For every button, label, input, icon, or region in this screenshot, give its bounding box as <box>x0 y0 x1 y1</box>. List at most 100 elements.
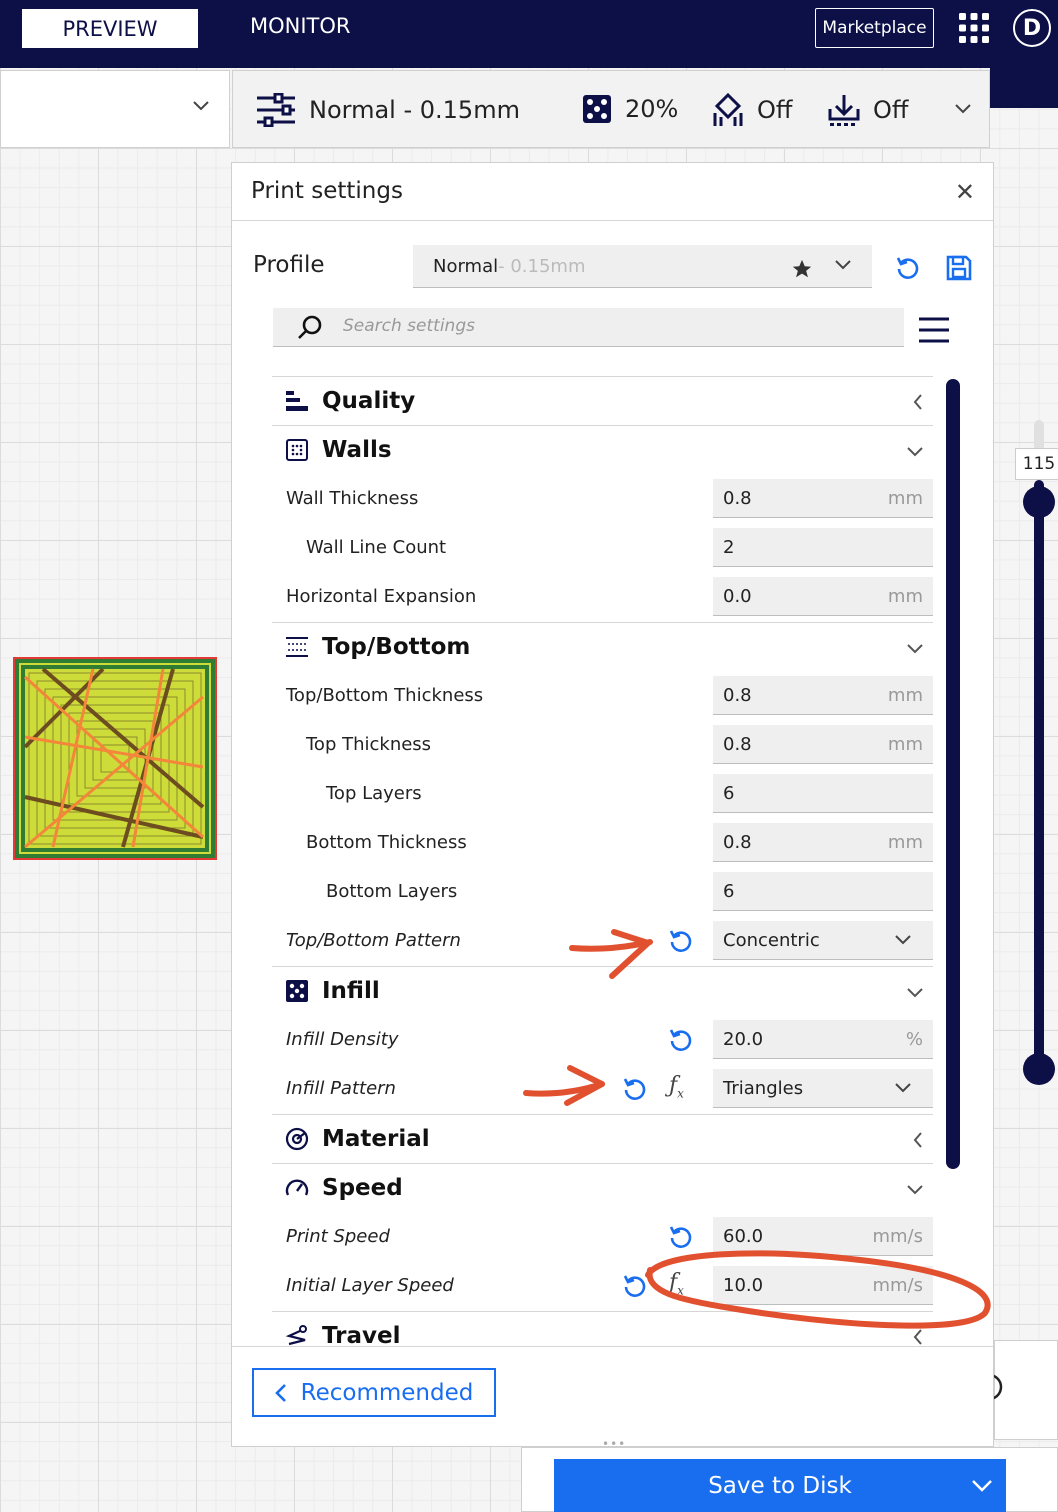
field-unit: % <box>905 1029 923 1050</box>
print-setup-bar[interactable]: Normal - 0.15mm 20% Off Off <box>232 70 990 148</box>
reset-icon[interactable] <box>668 928 694 954</box>
bottom-layers-field[interactable]: 6 <box>713 872 933 911</box>
field-value: 60.0 <box>723 1226 764 1247</box>
top-thickness-field[interactable]: 0.8 mm <box>713 725 933 764</box>
category-quality[interactable]: Quality <box>272 376 933 425</box>
close-icon[interactable]: ✕ <box>955 178 975 206</box>
layer-slider-track[interactable] <box>1034 480 1044 1080</box>
apps-grid-icon[interactable] <box>958 12 990 44</box>
field-unit: mm <box>887 685 923 706</box>
chevron-down-icon <box>895 935 911 945</box>
category-material[interactable]: Material <box>272 1114 933 1163</box>
infill-icon <box>286 980 308 1002</box>
bottom-thickness-field[interactable]: 0.8 mm <box>713 823 933 862</box>
setting-horizontal-expansion: Horizontal Expansion 0.0 mm <box>272 572 933 621</box>
settings-sliders-icon <box>257 93 295 127</box>
save-to-disk-button[interactable]: Save to Disk <box>554 1459 1006 1512</box>
profile-label: Profile <box>253 252 325 278</box>
setting-label: Horizontal Expansion <box>286 586 477 607</box>
layer-slider-bottom-handle[interactable] <box>1023 1053 1055 1085</box>
chevron-down-icon[interactable] <box>955 104 971 114</box>
support-summary[interactable]: Off <box>711 93 792 127</box>
quality-icon <box>286 391 308 411</box>
resize-grip[interactable]: ••• <box>602 1437 626 1446</box>
search-settings[interactable] <box>273 308 904 347</box>
field-value: Triangles <box>723 1078 804 1099</box>
category-label: Infill <box>322 978 380 1004</box>
chevron-down-icon <box>907 1185 923 1195</box>
category-label: Walls <box>322 437 392 463</box>
category-top-bottom[interactable]: Top/Bottom <box>272 622 933 671</box>
chevron-left-icon <box>913 1132 922 1148</box>
field-unit: mm/s <box>872 1275 923 1296</box>
field-unit: mm/s <box>872 1226 923 1247</box>
category-label: Speed <box>322 1175 403 1201</box>
infill-density-field[interactable]: 20.0% <box>713 1020 933 1059</box>
setting-print-speed: Print Speed 60.0 mm/s <box>272 1212 933 1261</box>
recommended-button[interactable]: Recommended <box>252 1368 496 1417</box>
marketplace-button[interactable]: Marketplace <box>815 8 934 48</box>
setting-top-bottom-pattern: Top/Bottom Pattern Concentric <box>272 916 933 965</box>
travel-icon <box>285 1325 307 1346</box>
setting-top-layers: Top Layers 6 <box>272 769 933 818</box>
infill-pattern-select[interactable]: Triangles <box>713 1069 933 1108</box>
adhesion-icon <box>828 95 860 126</box>
top-bottom-pattern-select[interactable]: Concentric <box>713 921 933 960</box>
horizontal-expansion-field[interactable]: 0.0 mm <box>713 577 933 616</box>
field-unit: mm <box>887 734 923 755</box>
field-value: 0.0 <box>723 586 752 607</box>
avatar[interactable]: D <box>1013 9 1051 47</box>
top-bottom-thickness-field[interactable]: 0.8 mm <box>713 676 933 715</box>
profile-summary[interactable]: Normal - 0.15mm <box>255 93 520 127</box>
chevron-left-icon <box>913 394 922 410</box>
reset-icon[interactable] <box>622 1076 648 1102</box>
initial-layer-speed-field[interactable]: 10.0 mm/s <box>713 1266 933 1305</box>
chevron-down-icon <box>972 1480 992 1492</box>
chevron-left-icon <box>913 1329 922 1345</box>
category-speed[interactable]: Speed <box>272 1163 933 1212</box>
wall-line-count-field[interactable]: 2 <box>713 528 933 567</box>
model-preview[interactable] <box>13 657 217 860</box>
reset-icon[interactable] <box>668 1027 694 1053</box>
menu-icon[interactable] <box>918 316 950 344</box>
infill-summary[interactable]: 20% <box>581 93 678 125</box>
category-walls[interactable]: Walls <box>272 425 933 474</box>
top-layers-field[interactable]: 6 <box>713 774 933 813</box>
layer-slider-value[interactable]: 115 <box>1015 448 1058 480</box>
save-to-disk-label: Save to Disk <box>708 1472 852 1499</box>
settings-scrollbar[interactable] <box>946 379 960 1169</box>
chevron-down-icon[interactable] <box>835 260 851 270</box>
reset-icon[interactable] <box>895 255 921 281</box>
setting-label: Wall Thickness <box>286 488 419 509</box>
support-summary-label: Off <box>757 96 793 124</box>
chevron-down-icon <box>193 101 209 111</box>
tab-monitor[interactable]: MONITOR <box>250 14 351 38</box>
star-icon[interactable] <box>791 258 813 280</box>
setting-label: Top/Bottom Pattern <box>286 930 461 951</box>
function-icon[interactable]: ƒx <box>669 1270 684 1297</box>
category-label: Quality <box>322 388 416 414</box>
search-input[interactable] <box>343 316 883 336</box>
chevron-down-icon <box>895 1083 911 1093</box>
print-speed-field[interactable]: 60.0 mm/s <box>713 1217 933 1256</box>
setting-bottom-thickness: Bottom Thickness 0.8 mm <box>272 818 933 867</box>
setting-label: Bottom Thickness <box>306 832 467 853</box>
reset-icon[interactable] <box>668 1224 694 1250</box>
profile-name: Normal <box>433 255 499 277</box>
adhesion-summary[interactable]: Off <box>827 93 908 127</box>
layer-slider-top-handle[interactable] <box>1023 486 1055 518</box>
wall-thickness-field[interactable]: 0.8 mm <box>713 479 933 518</box>
category-travel[interactable]: Travel <box>272 1311 933 1346</box>
printer-selector[interactable] <box>0 70 230 148</box>
category-infill[interactable]: Infill <box>272 966 933 1015</box>
save-options-dropdown[interactable] <box>966 1469 996 1502</box>
tab-preview[interactable]: PREVIEW <box>22 9 198 48</box>
setting-label: Top Thickness <box>306 734 432 755</box>
save-icon[interactable] <box>946 255 972 281</box>
reset-icon[interactable] <box>622 1273 648 1299</box>
function-icon[interactable]: ƒx <box>669 1073 684 1100</box>
field-value: 20.0 <box>723 1029 764 1050</box>
profile-summary-label: Normal - 0.15mm <box>309 96 520 124</box>
panel-header: Print settings ✕ <box>232 163 993 221</box>
adhesion-summary-label: Off <box>873 96 909 124</box>
